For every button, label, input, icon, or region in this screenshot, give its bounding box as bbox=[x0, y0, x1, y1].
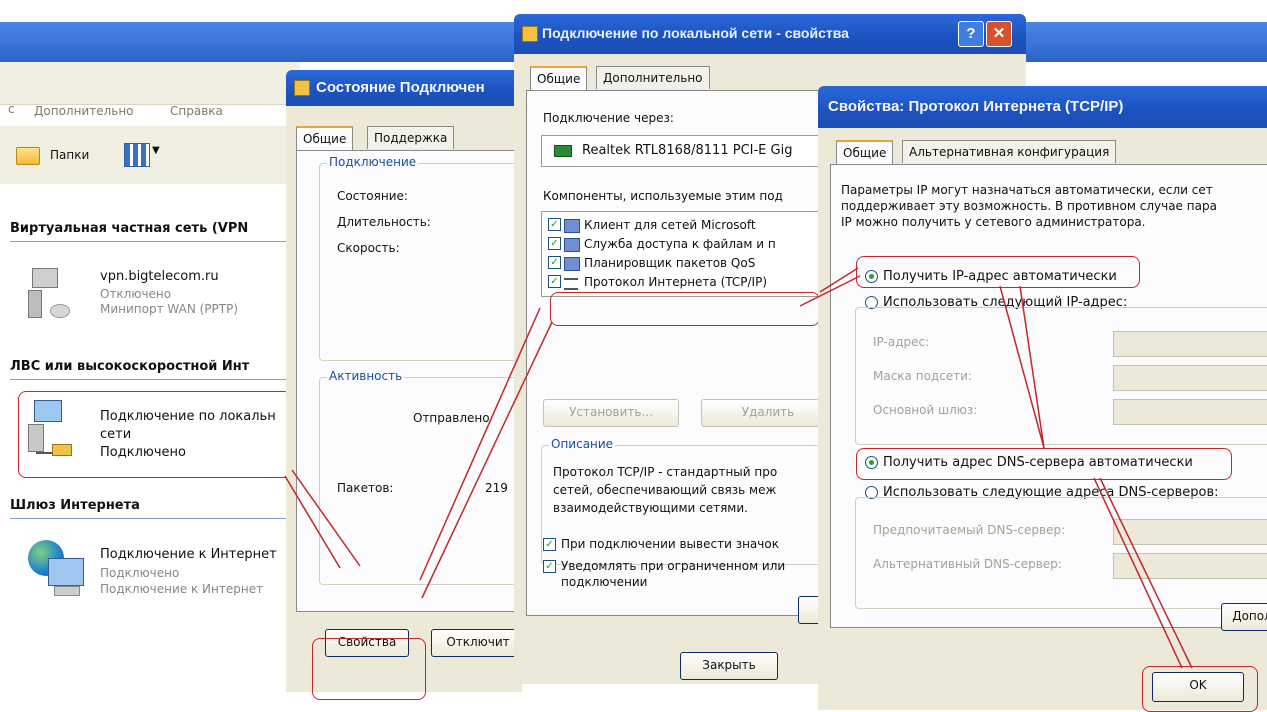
arrow-auto-ip-to-dns-2 bbox=[1019, 285, 1045, 449]
arrow-auto-ip-to-dns bbox=[999, 285, 1045, 449]
arrow-dns-to-ok-2 bbox=[1099, 477, 1193, 669]
annotation-arrows bbox=[284, 267, 1193, 669]
arrow-lan-to-properties-2 bbox=[291, 469, 361, 567]
arrow-lan-to-properties bbox=[284, 475, 341, 569]
arrow-properties-to-tcpip-2 bbox=[419, 307, 541, 581]
arrow-dns-to-ok bbox=[1093, 477, 1183, 669]
arrow-tcpip-to-auto-ip-2 bbox=[799, 275, 861, 307]
arrow-properties-to-tcpip bbox=[421, 321, 553, 599]
